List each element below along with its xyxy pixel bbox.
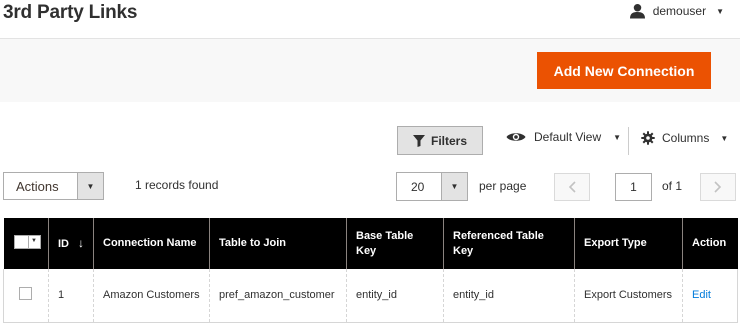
column-header-connection-name[interactable]: Connection Name [93, 218, 210, 269]
connections-grid: ▼ ID ↓ Connection Name Table to Join Base… [3, 218, 738, 323]
mass-select-checkbox[interactable]: ▼ [13, 234, 41, 249]
chevron-down-icon: ▼ [77, 173, 103, 199]
current-page-input[interactable] [615, 173, 652, 201]
column-header-id[interactable]: ID ↓ [48, 218, 94, 269]
previous-page-button[interactable] [554, 173, 590, 201]
total-pages: of 1 [662, 179, 683, 193]
gear-icon [641, 131, 655, 145]
cell-referenced-table-key: entity_id [443, 269, 575, 323]
row-select-cell [3, 269, 49, 323]
eye-icon [506, 133, 526, 141]
edit-link[interactable]: Edit [692, 289, 711, 301]
column-header-table-to-join[interactable]: Table to Join [209, 218, 347, 269]
columns-label: Columns [662, 131, 710, 145]
per-page-label: per page [479, 179, 527, 193]
actions-label: Actions [16, 179, 59, 194]
cell-connection-name: Amazon Customers [93, 269, 210, 323]
cell-action: Edit [682, 269, 738, 323]
columns-dropdown[interactable]: Columns ▼ [641, 131, 728, 145]
chevron-down-icon: ▼ [613, 132, 622, 142]
row-checkbox[interactable] [19, 286, 32, 300]
per-page-select[interactable]: 20 ▼ [396, 172, 468, 201]
next-page-button[interactable] [700, 173, 736, 201]
records-found: 1 records found [135, 178, 219, 192]
chevron-down-icon: ▼ [716, 6, 724, 16]
column-header-action: Action [682, 218, 738, 269]
cell-id: 1 [48, 269, 94, 323]
add-new-connection-button[interactable]: Add New Connection [537, 52, 711, 89]
per-page-value: 20 [411, 180, 425, 194]
sort-down-icon: ↓ [78, 235, 84, 250]
chevron-down-icon: ▼ [720, 133, 729, 143]
column-header-export-type[interactable]: Export Type [574, 218, 683, 269]
page-title: 3rd Party Links [3, 2, 138, 23]
filters-button[interactable]: Filters [397, 126, 483, 155]
user-menu[interactable]: demouser ▼ [629, 3, 724, 19]
user-name: demouser [652, 4, 707, 18]
chevron-left-icon [568, 181, 576, 193]
user-icon [629, 3, 645, 19]
chevron-right-icon [714, 181, 722, 193]
default-view-dropdown[interactable]: Default View ▼ [506, 130, 621, 144]
chevron-down-icon: ▼ [31, 238, 37, 244]
table-row: 1 Amazon Customers pref_amazon_customer … [3, 269, 738, 323]
cell-export-type: Export Customers [574, 269, 683, 323]
mass-select-header[interactable]: ▼ [3, 218, 49, 269]
filter-icon [412, 134, 425, 147]
chevron-down-icon: ▼ [441, 173, 467, 200]
column-header-referenced-table-key[interactable]: Referenced Table Key [443, 218, 575, 269]
cell-base-table-key: entity_id [346, 269, 444, 323]
filters-label: Filters [430, 133, 467, 148]
table-header-row: ▼ ID ↓ Connection Name Table to Join Base… [3, 218, 738, 269]
view-label: Default View [534, 130, 602, 144]
column-header-base-table-key[interactable]: Base Table Key [346, 218, 444, 269]
cell-table-to-join: pref_amazon_customer [209, 269, 347, 323]
page-actions-bar: Add New Connection [0, 38, 740, 102]
mass-actions-dropdown[interactable]: Actions ▼ [3, 172, 104, 200]
toolbar-divider [628, 127, 629, 155]
